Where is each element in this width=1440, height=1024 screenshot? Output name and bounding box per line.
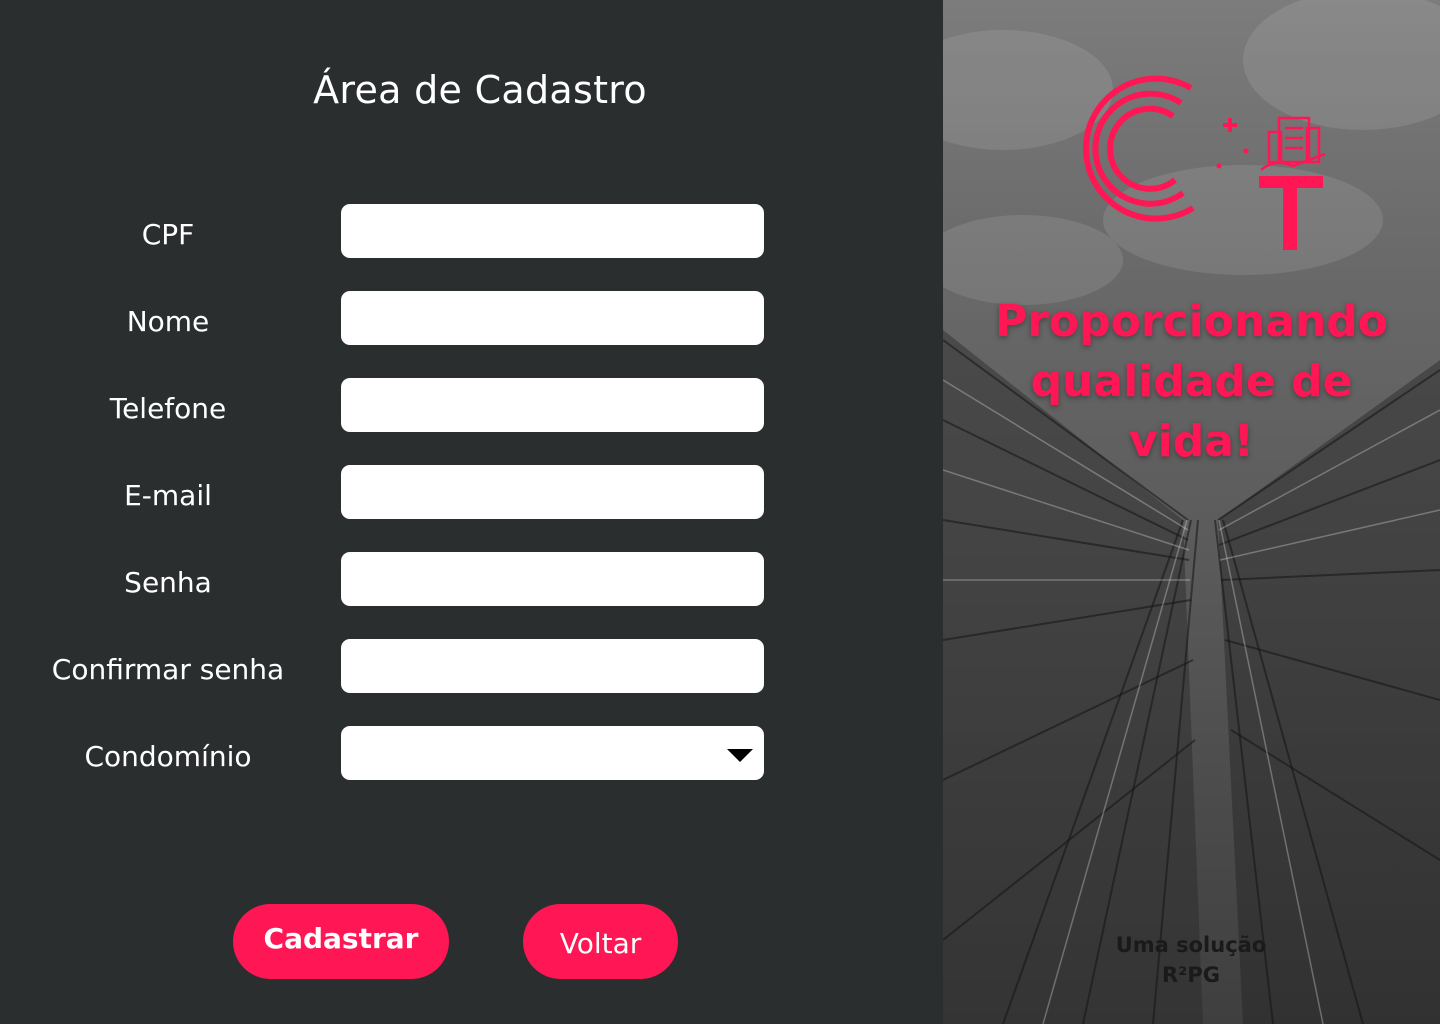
- telefone-row: Telefone: [0, 378, 943, 432]
- credit-line-1: Uma solução: [1115, 933, 1267, 957]
- credit-line-2: R²PG: [1162, 963, 1220, 987]
- nome-row: Nome: [0, 291, 943, 345]
- confirmar-senha-label: Confirmar senha: [51, 653, 285, 686]
- voltar-button[interactable]: Voltar: [523, 904, 678, 979]
- senha-input[interactable]: [341, 552, 764, 606]
- email-label: E-mail: [124, 479, 212, 512]
- cpf-input[interactable]: [341, 204, 764, 258]
- email-input[interactable]: [341, 465, 764, 519]
- senha-label: Senha: [124, 566, 212, 599]
- condominio-row: Condomínio: [0, 726, 943, 780]
- condominio-label: Condomínio: [84, 740, 252, 773]
- tagline-line-1: Proporcionando: [994, 296, 1389, 347]
- registration-panel: Área de Cadastro CPF Nome Telefone E-mai…: [0, 0, 943, 1024]
- tagline: Proporcionando qualidade de vida!: [943, 292, 1440, 472]
- cpf-label: CPF: [141, 218, 195, 251]
- condominio-select[interactable]: [341, 726, 764, 780]
- cpf-row: CPF: [0, 204, 943, 258]
- telefone-input[interactable]: [341, 378, 764, 432]
- credit-text: Uma solução R²PG: [1103, 930, 1279, 990]
- nome-input[interactable]: [341, 291, 764, 345]
- chevron-down-icon[interactable]: [727, 749, 753, 762]
- ct-building-hand-logo-icon: [1083, 75, 1326, 250]
- page-title: Área de Cadastro: [313, 68, 647, 112]
- brand-panel: Proporcionando qualidade de vida! Uma so…: [943, 0, 1440, 1024]
- email-row: E-mail: [0, 465, 943, 519]
- confirmar-senha-row: Confirmar senha: [0, 639, 943, 693]
- nome-label: Nome: [126, 305, 210, 338]
- cadastrar-button[interactable]: Cadastrar: [233, 904, 449, 979]
- telefone-label: Telefone: [109, 392, 227, 425]
- tagline-line-3: vida!: [1128, 416, 1255, 467]
- senha-row: Senha: [0, 552, 943, 606]
- tagline-line-2: qualidade de: [1030, 356, 1353, 407]
- confirmar-senha-input[interactable]: [341, 639, 764, 693]
